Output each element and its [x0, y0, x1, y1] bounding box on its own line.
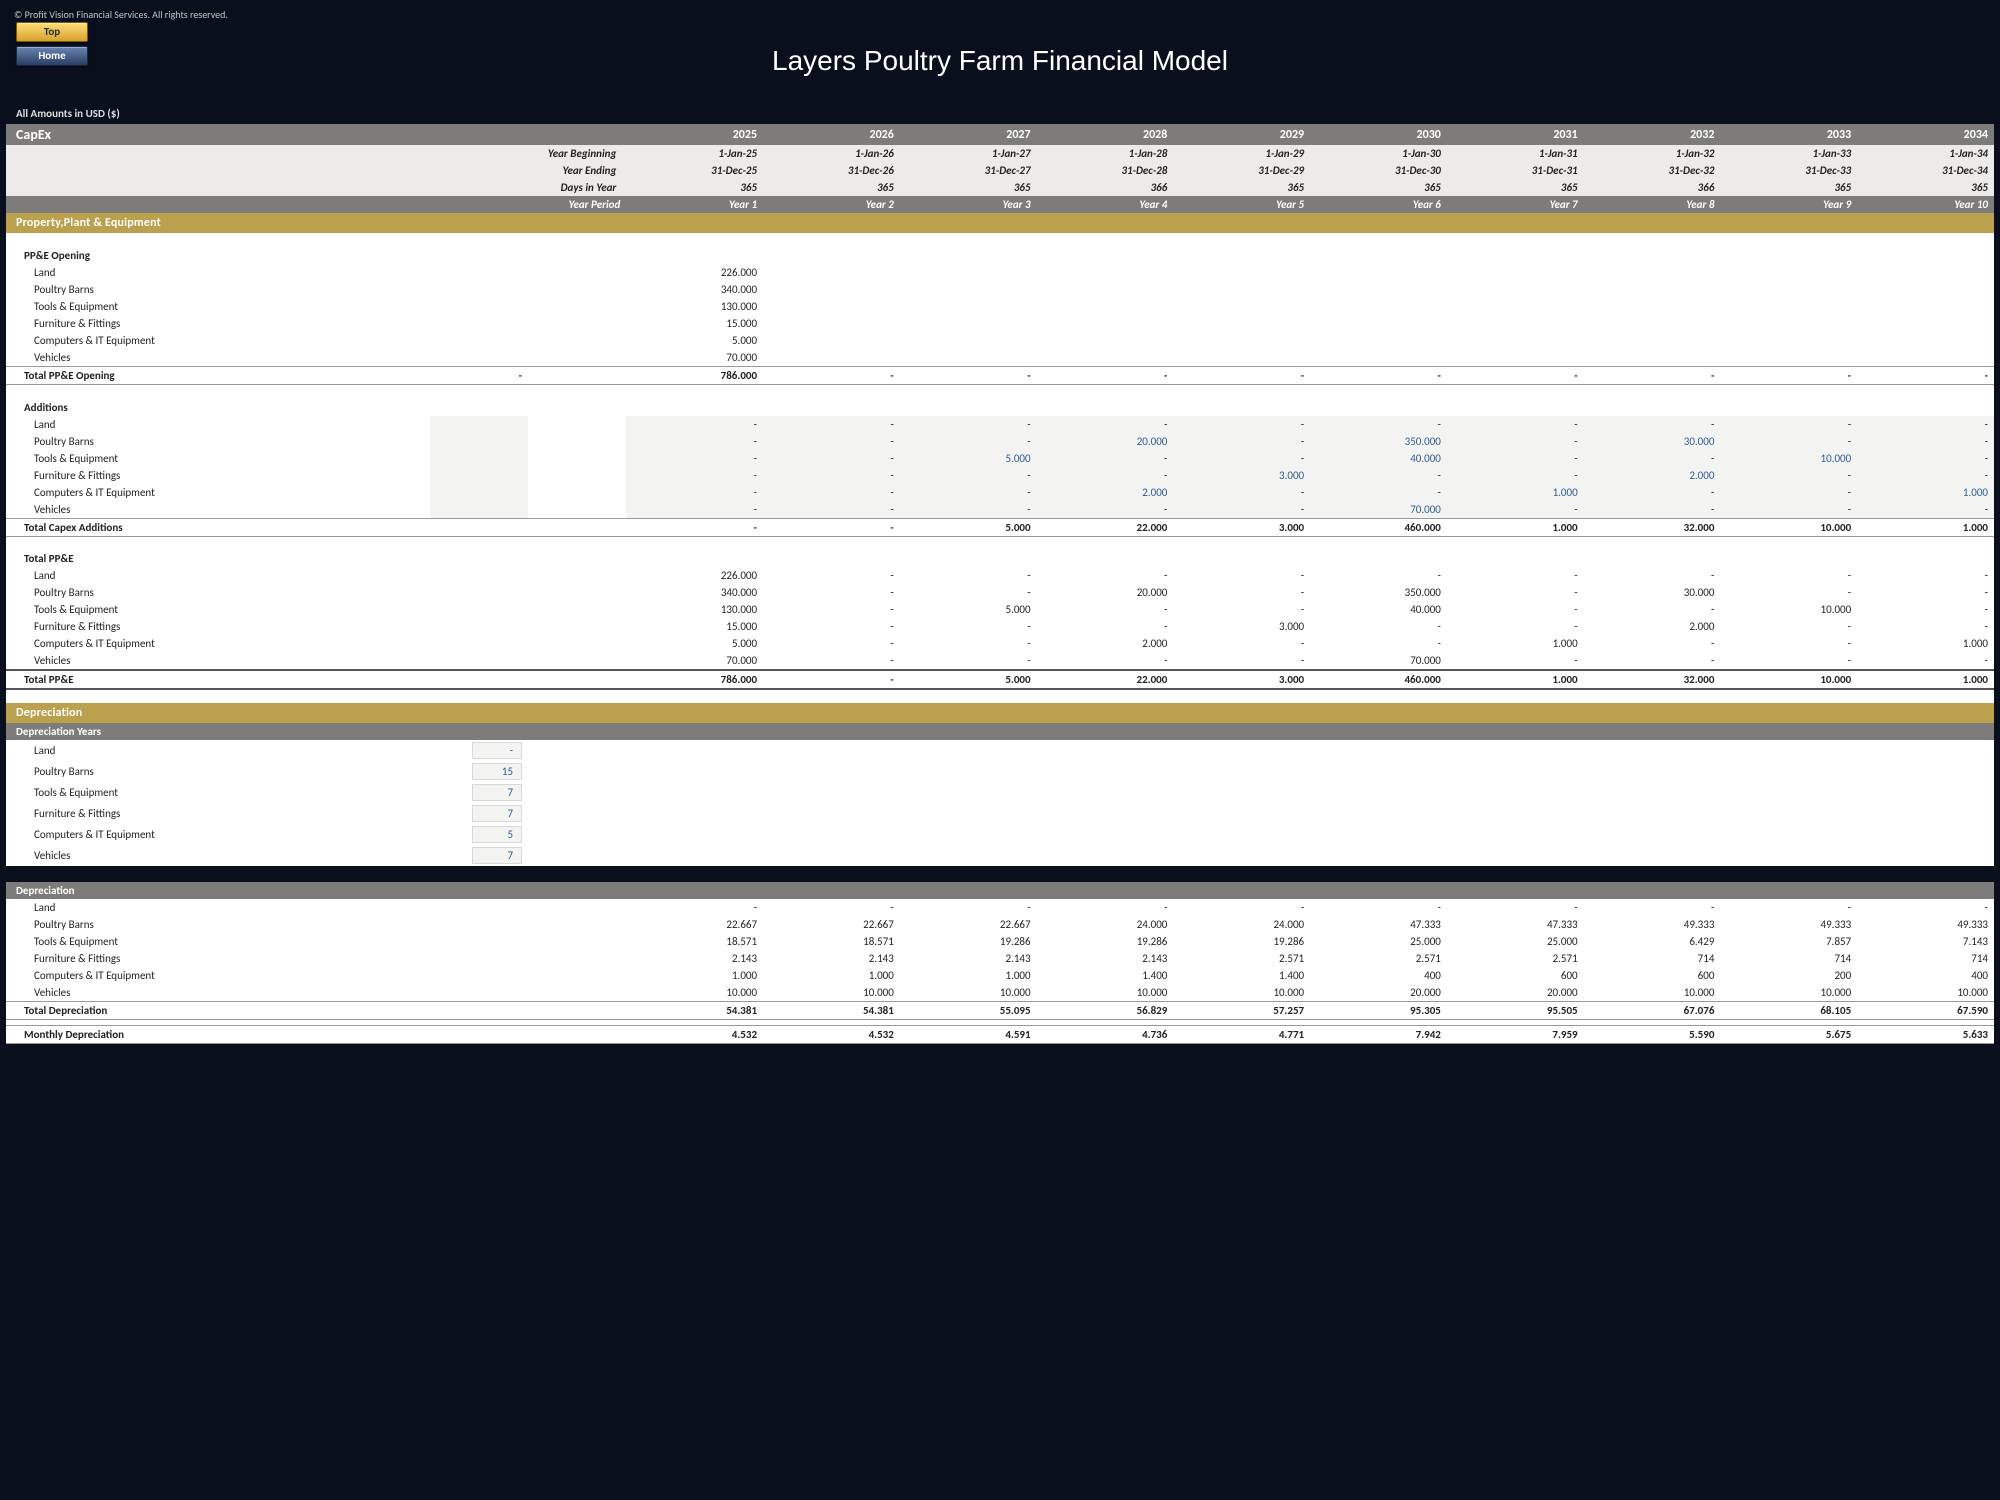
- table-row: Total PP&E Opening-786.000---------: [6, 367, 1994, 385]
- table-row: Total PP&E: [6, 550, 1994, 567]
- capex-table: CapEx 2025 2026 2027 2028 2029 2030 2031…: [6, 124, 1994, 1044]
- table-row: Computers & IT Equipment1.0001.0001.0001…: [6, 967, 1994, 984]
- table-row: Tools & Equipment130.000: [6, 298, 1994, 315]
- dep-years-input[interactable]: 15: [472, 763, 522, 780]
- dep-years-input[interactable]: 7: [472, 784, 522, 801]
- dep-years-input[interactable]: -: [472, 742, 522, 759]
- table-row: Land----------: [6, 416, 1994, 433]
- table-row: Vehicles7: [6, 845, 1994, 866]
- table-row: Furniture & Fittings----3.000--2.000--: [6, 467, 1994, 484]
- page-title: Layers Poultry Farm Financial Model: [6, 27, 1994, 105]
- table-row: Poultry Barns22.66722.66722.66724.00024.…: [6, 916, 1994, 933]
- ppe-heading: Property,Plant & Equipment: [6, 213, 1994, 233]
- dep-years-heading: Depreciation Years: [6, 723, 1994, 740]
- amounts-note: All Amounts in USD ($): [6, 105, 1994, 124]
- table-row: Total Capex Additions--5.00022.0003.0004…: [6, 518, 1994, 536]
- table-row: Vehicles10.00010.00010.00010.00010.00020…: [6, 984, 1994, 1002]
- table-row: Furniture & Fittings2.1432.1432.1432.143…: [6, 950, 1994, 967]
- table-row: Land226.000: [6, 264, 1994, 281]
- table-row: Furniture & Fittings15.000---3.000--2.00…: [6, 618, 1994, 635]
- copyright-text: © Profit Vision Financial Services. All …: [6, 6, 1994, 27]
- table-row: Computers & IT Equipment5: [6, 824, 1994, 845]
- table-row: Tools & Equipment7: [6, 782, 1994, 803]
- table-row: Land----------: [6, 899, 1994, 916]
- table-row: Total PP&E786.000-5.00022.0003.000460.00…: [6, 670, 1994, 689]
- table-row: Computers & IT Equipment5.000: [6, 332, 1994, 349]
- table-row: Poultry Barns340.000--20.000-350.000-30.…: [6, 584, 1994, 601]
- table-row: Monthly Depreciation4.5324.5324.5914.736…: [6, 1026, 1994, 1044]
- table-row: Tools & Equipment--5.000--40.000--10.000…: [6, 450, 1994, 467]
- table-row: Total Depreciation54.38154.38155.09556.8…: [6, 1002, 1994, 1020]
- dep-years-input[interactable]: 5: [472, 826, 522, 843]
- capex-heading: CapEx: [6, 124, 626, 145]
- table-row: Furniture & Fittings15.000: [6, 315, 1994, 332]
- dep-years-input[interactable]: 7: [472, 847, 522, 864]
- table-row: Tools & Equipment130.000-5.000--40.000--…: [6, 601, 1994, 618]
- table-row: Additions: [6, 399, 1994, 416]
- nav-buttons: Top Home: [16, 22, 88, 66]
- table-row: Computers & IT Equipment5.000--2.000--1.…: [6, 635, 1994, 652]
- capex-header-row: CapEx 2025 2026 2027 2028 2029 2030 2031…: [6, 124, 1994, 145]
- table-row: Vehicles70.000----70.000----: [6, 652, 1994, 670]
- table-row: Poultry Barns15: [6, 761, 1994, 782]
- home-button[interactable]: Home: [16, 46, 88, 66]
- depreciation-heading: Depreciation: [6, 703, 1994, 723]
- table-row: Tools & Equipment18.57118.57119.28619.28…: [6, 933, 1994, 950]
- table-row: Land-: [6, 740, 1994, 761]
- table-row: Poultry Barns---20.000-350.000-30.000--: [6, 433, 1994, 450]
- top-button[interactable]: Top: [16, 22, 88, 42]
- table-row: Vehicles-----70.000----: [6, 501, 1994, 519]
- table-row: Computers & IT Equipment---2.000--1.000-…: [6, 484, 1994, 501]
- dep-years-input[interactable]: 7: [472, 805, 522, 822]
- table-row: PP&E Opening: [6, 247, 1994, 264]
- table-row: Vehicles70.000: [6, 349, 1994, 367]
- table-row: Poultry Barns340.000: [6, 281, 1994, 298]
- table-row: Land226.000---------: [6, 567, 1994, 584]
- dep-detail-heading: Depreciation: [6, 882, 1994, 899]
- table-row: Furniture & Fittings7: [6, 803, 1994, 824]
